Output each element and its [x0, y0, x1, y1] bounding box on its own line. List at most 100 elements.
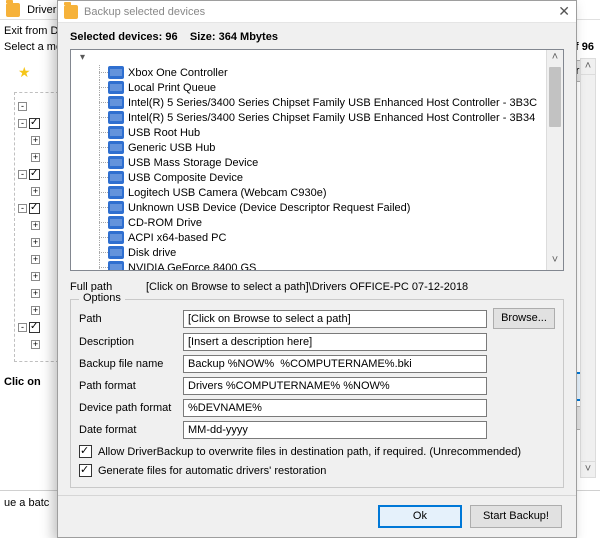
- full-path-value: [Click on Browse to select a path]\Drive…: [146, 281, 564, 293]
- favorite-star-icon[interactable]: ★: [18, 64, 31, 81]
- close-icon[interactable]: ✕: [558, 3, 570, 20]
- device-tree-item[interactable]: Local Print Queue: [71, 80, 546, 95]
- device-label: Intel(R) 5 Series/3400 Series Chipset Fa…: [128, 97, 537, 109]
- device-icon: [108, 216, 124, 229]
- folder-icon: [6, 3, 20, 17]
- options-group: Options Path Browse... Description Backu…: [70, 299, 564, 488]
- device-tree-item[interactable]: Logitech USB Camera (Webcam C930e): [71, 185, 546, 200]
- device-icon: [108, 81, 124, 94]
- device-icon: [108, 201, 124, 214]
- scroll-up-icon[interactable]: ˄: [547, 50, 563, 67]
- backup-file-name-label: Backup file name: [79, 358, 183, 370]
- options-group-title: Options: [79, 292, 125, 304]
- path-format-label: Path format: [79, 380, 183, 392]
- device-tree-item[interactable]: USB Composite Device: [71, 170, 546, 185]
- backup-dialog: Backup selected devices ✕ Selected devic…: [57, 0, 577, 538]
- device-icon: [108, 171, 124, 184]
- device-label: Disk drive: [128, 247, 176, 259]
- tree-expander[interactable]: -: [18, 204, 27, 213]
- device-tree-item[interactable]: Intel(R) 5 Series/3400 Series Chipset Fa…: [71, 110, 546, 125]
- path-input[interactable]: [183, 310, 487, 328]
- device-label: Logitech USB Camera (Webcam C930e): [128, 187, 327, 199]
- device-icon: [108, 246, 124, 259]
- device-icon: [108, 231, 124, 244]
- size-label: Size:: [190, 31, 216, 43]
- device-tree-item[interactable]: CD-ROM Drive: [71, 215, 546, 230]
- device-label: USB Composite Device: [128, 172, 243, 184]
- dialog-button-bar: Ok Start Backup!: [58, 495, 576, 537]
- scroll-thumb[interactable]: [549, 67, 561, 127]
- device-path-format-input[interactable]: [183, 399, 487, 417]
- scroll-down-icon[interactable]: ˅: [547, 253, 563, 270]
- tree-expander[interactable]: +: [31, 136, 40, 145]
- tree-checkbox[interactable]: [29, 169, 40, 180]
- tree-expander[interactable]: +: [31, 187, 40, 196]
- scroll-up-icon[interactable]: ˄: [581, 59, 595, 75]
- backup-file-name-input[interactable]: [183, 355, 487, 373]
- device-icon: [108, 126, 124, 139]
- overwrite-checkbox[interactable]: [79, 445, 92, 458]
- tree-scrollbar[interactable]: ˄ ˅: [546, 50, 563, 270]
- device-label: Local Print Queue: [128, 82, 216, 94]
- tree-expander[interactable]: +: [31, 306, 40, 315]
- device-tree-item[interactable]: ACPI x64-based PC: [71, 230, 546, 245]
- device-tree-item[interactable]: USB Mass Storage Device: [71, 155, 546, 170]
- browse-button[interactable]: Browse...: [493, 308, 555, 329]
- tree-expander[interactable]: -: [18, 102, 27, 111]
- device-icon: [108, 156, 124, 169]
- tree-expander[interactable]: +: [31, 221, 40, 230]
- generate-restore-checkbox-label: Generate files for automatic drivers' re…: [98, 465, 326, 477]
- tree-collapse-icon[interactable]: ▾: [77, 52, 88, 63]
- device-label: Unknown USB Device (Device Descriptor Re…: [128, 202, 410, 214]
- device-icon: [108, 66, 124, 79]
- back-text-exit: Exit from D: [4, 25, 58, 37]
- device-tree-item[interactable]: Xbox One Controller: [71, 65, 546, 80]
- tree-expander[interactable]: +: [31, 255, 40, 264]
- device-icon: [108, 186, 124, 199]
- scroll-down-icon[interactable]: ˅: [581, 461, 595, 477]
- selected-devices-count: 96: [165, 31, 177, 43]
- tree-expander[interactable]: -: [18, 119, 27, 128]
- folder-icon: [64, 5, 78, 19]
- tree-checkbox[interactable]: [29, 118, 40, 129]
- device-icon: [108, 141, 124, 154]
- tree-checkbox[interactable]: [29, 203, 40, 214]
- generate-restore-checkbox[interactable]: [79, 464, 92, 477]
- size-value: 364 Mbytes: [219, 31, 278, 43]
- dialog-summary: Selected devices: 96 Size: 364 Mbytes: [70, 31, 564, 43]
- device-tree-item[interactable]: USB Root Hub: [71, 125, 546, 140]
- back-scrollbar[interactable]: ˄ ˅: [580, 58, 596, 478]
- description-input[interactable]: [183, 333, 487, 351]
- device-icon: [108, 111, 124, 124]
- description-label: Description: [79, 336, 183, 348]
- device-tree-item[interactable]: Generic USB Hub: [71, 140, 546, 155]
- ok-button[interactable]: Ok: [378, 505, 462, 528]
- device-label: Xbox One Controller: [128, 67, 228, 79]
- start-backup-button[interactable]: Start Backup!: [470, 505, 562, 528]
- tree-expander[interactable]: -: [18, 170, 27, 179]
- back-text-select: Select a mo: [4, 41, 62, 53]
- path-label: Path: [79, 313, 183, 325]
- tree-expander[interactable]: +: [31, 340, 40, 349]
- tree-expander[interactable]: +: [31, 153, 40, 162]
- device-tree-item[interactable]: NVIDIA GeForce 8400 GS: [71, 260, 546, 270]
- device-tree-item[interactable]: Disk drive: [71, 245, 546, 260]
- tree-checkbox[interactable]: [29, 322, 40, 333]
- dialog-titlebar[interactable]: Backup selected devices ✕: [58, 1, 576, 23]
- tree-expander[interactable]: +: [31, 289, 40, 298]
- back-tree-column: - - + + - + - + + + + + + - +: [18, 98, 40, 353]
- device-label: Generic USB Hub: [128, 142, 215, 154]
- device-tree-item[interactable]: Unknown USB Device (Device Descriptor Re…: [71, 200, 546, 215]
- device-icon: [108, 96, 124, 109]
- device-tree[interactable]: ▾ Xbox One Controller Local Print Queue Int…: [70, 49, 564, 271]
- device-tree-item[interactable]: Intel(R) 5 Series/3400 Series Chipset Fa…: [71, 95, 546, 110]
- tree-expander[interactable]: -: [18, 323, 27, 332]
- device-path-format-label: Device path format: [79, 402, 183, 414]
- device-label: USB Mass Storage Device: [128, 157, 258, 169]
- tree-expander[interactable]: +: [31, 272, 40, 281]
- tree-expander[interactable]: +: [31, 238, 40, 247]
- date-format-input[interactable]: [183, 421, 487, 439]
- selected-devices-label: Selected devices:: [70, 31, 162, 43]
- device-label: USB Root Hub: [128, 127, 200, 139]
- path-format-input[interactable]: [183, 377, 487, 395]
